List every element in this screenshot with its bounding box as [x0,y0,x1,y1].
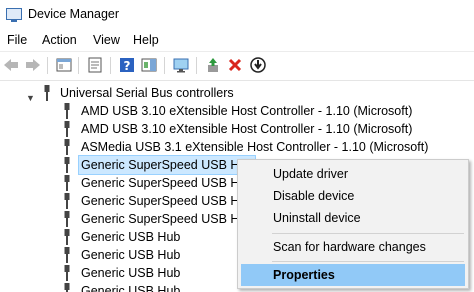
usb-connector-icon [64,229,70,245]
device-label: Generic USB Hub [81,230,181,244]
toolbar-separator [196,57,197,74]
svg-text:?: ? [124,59,131,73]
show-hide-tree-icon[interactable] [55,56,73,74]
menu-view[interactable]: View [93,33,120,47]
menu-help[interactable]: Help [133,33,159,47]
scan-hardware-changes-menu-item[interactable]: Scan for hardware changes [241,236,465,258]
usb-connector-icon [64,247,70,263]
device-label: ASMedia USB 3.1 eXtensible Host Controll… [81,140,429,154]
back-icon[interactable] [2,56,20,74]
toolbar-separator [164,57,165,74]
device-label: AMD USB 3.10 eXtensible Host Controller … [81,104,413,118]
menu-file[interactable]: File [7,33,27,47]
usb-connector-icon [64,121,70,137]
category-label: Universal Serial Bus controllers [60,86,234,100]
usb-connector-icon [64,103,70,119]
toolbar: ? [0,51,474,80]
menu-bar: File Action View Help [0,30,474,50]
toolbar-separator [110,57,111,74]
device-row[interactable]: ASMedia USB 3.1 eXtensible Host Controll… [0,138,474,156]
usb-connector-icon [64,265,70,281]
window-title: Device Manager [28,7,120,21]
device-row[interactable]: AMD USB 3.10 eXtensible Host Controller … [0,120,474,138]
menu-separator [272,261,464,262]
device-label: Generic SuperSpeed USB Hub [81,212,254,226]
usb-connector-icon [64,139,70,155]
forward-icon[interactable] [24,56,42,74]
toolbar-separator [47,57,48,74]
menu-separator [272,233,464,234]
properties-icon[interactable] [86,56,104,74]
context-menu: Update driver Disable device Uninstall d… [237,159,469,289]
device-label: Generic SuperSpeed USB Hub [77,155,257,175]
toolbar-separator [78,57,79,74]
device-label: Generic USB Hub [81,266,181,280]
tree-category-usb[interactable]: ▼ Universal Serial Bus controllers [0,84,474,103]
device-manager-icon [6,8,22,22]
disable-icon[interactable] [249,56,267,74]
update-driver-icon[interactable] [204,56,222,74]
device-label: Generic SuperSpeed USB Hub [81,194,254,208]
device-row[interactable]: AMD USB 3.10 eXtensible Host Controller … [0,102,474,120]
usb-connector-icon [64,175,70,191]
device-label: Generic SuperSpeed USB Hub [81,176,254,190]
usb-connector-icon [64,193,70,209]
update-driver-menu-item[interactable]: Update driver [241,163,465,185]
action-pane-icon[interactable] [140,56,158,74]
title-bar: Device Manager [0,0,474,30]
disable-device-menu-item[interactable]: Disable device [241,185,465,207]
usb-connector-icon [64,211,70,227]
uninstall-icon[interactable] [226,56,244,74]
device-label: Generic USB Hub [81,248,181,262]
uninstall-device-menu-item[interactable]: Uninstall device [241,207,465,229]
device-label: AMD USB 3.10 eXtensible Host Controller … [81,122,413,136]
help-icon[interactable]: ? [118,56,136,74]
properties-menu-item[interactable]: Properties [241,264,465,286]
menu-action[interactable]: Action [42,33,77,47]
usb-connector-icon [64,157,70,173]
monitor-icon[interactable] [172,56,190,74]
usb-connector-icon [44,85,50,101]
